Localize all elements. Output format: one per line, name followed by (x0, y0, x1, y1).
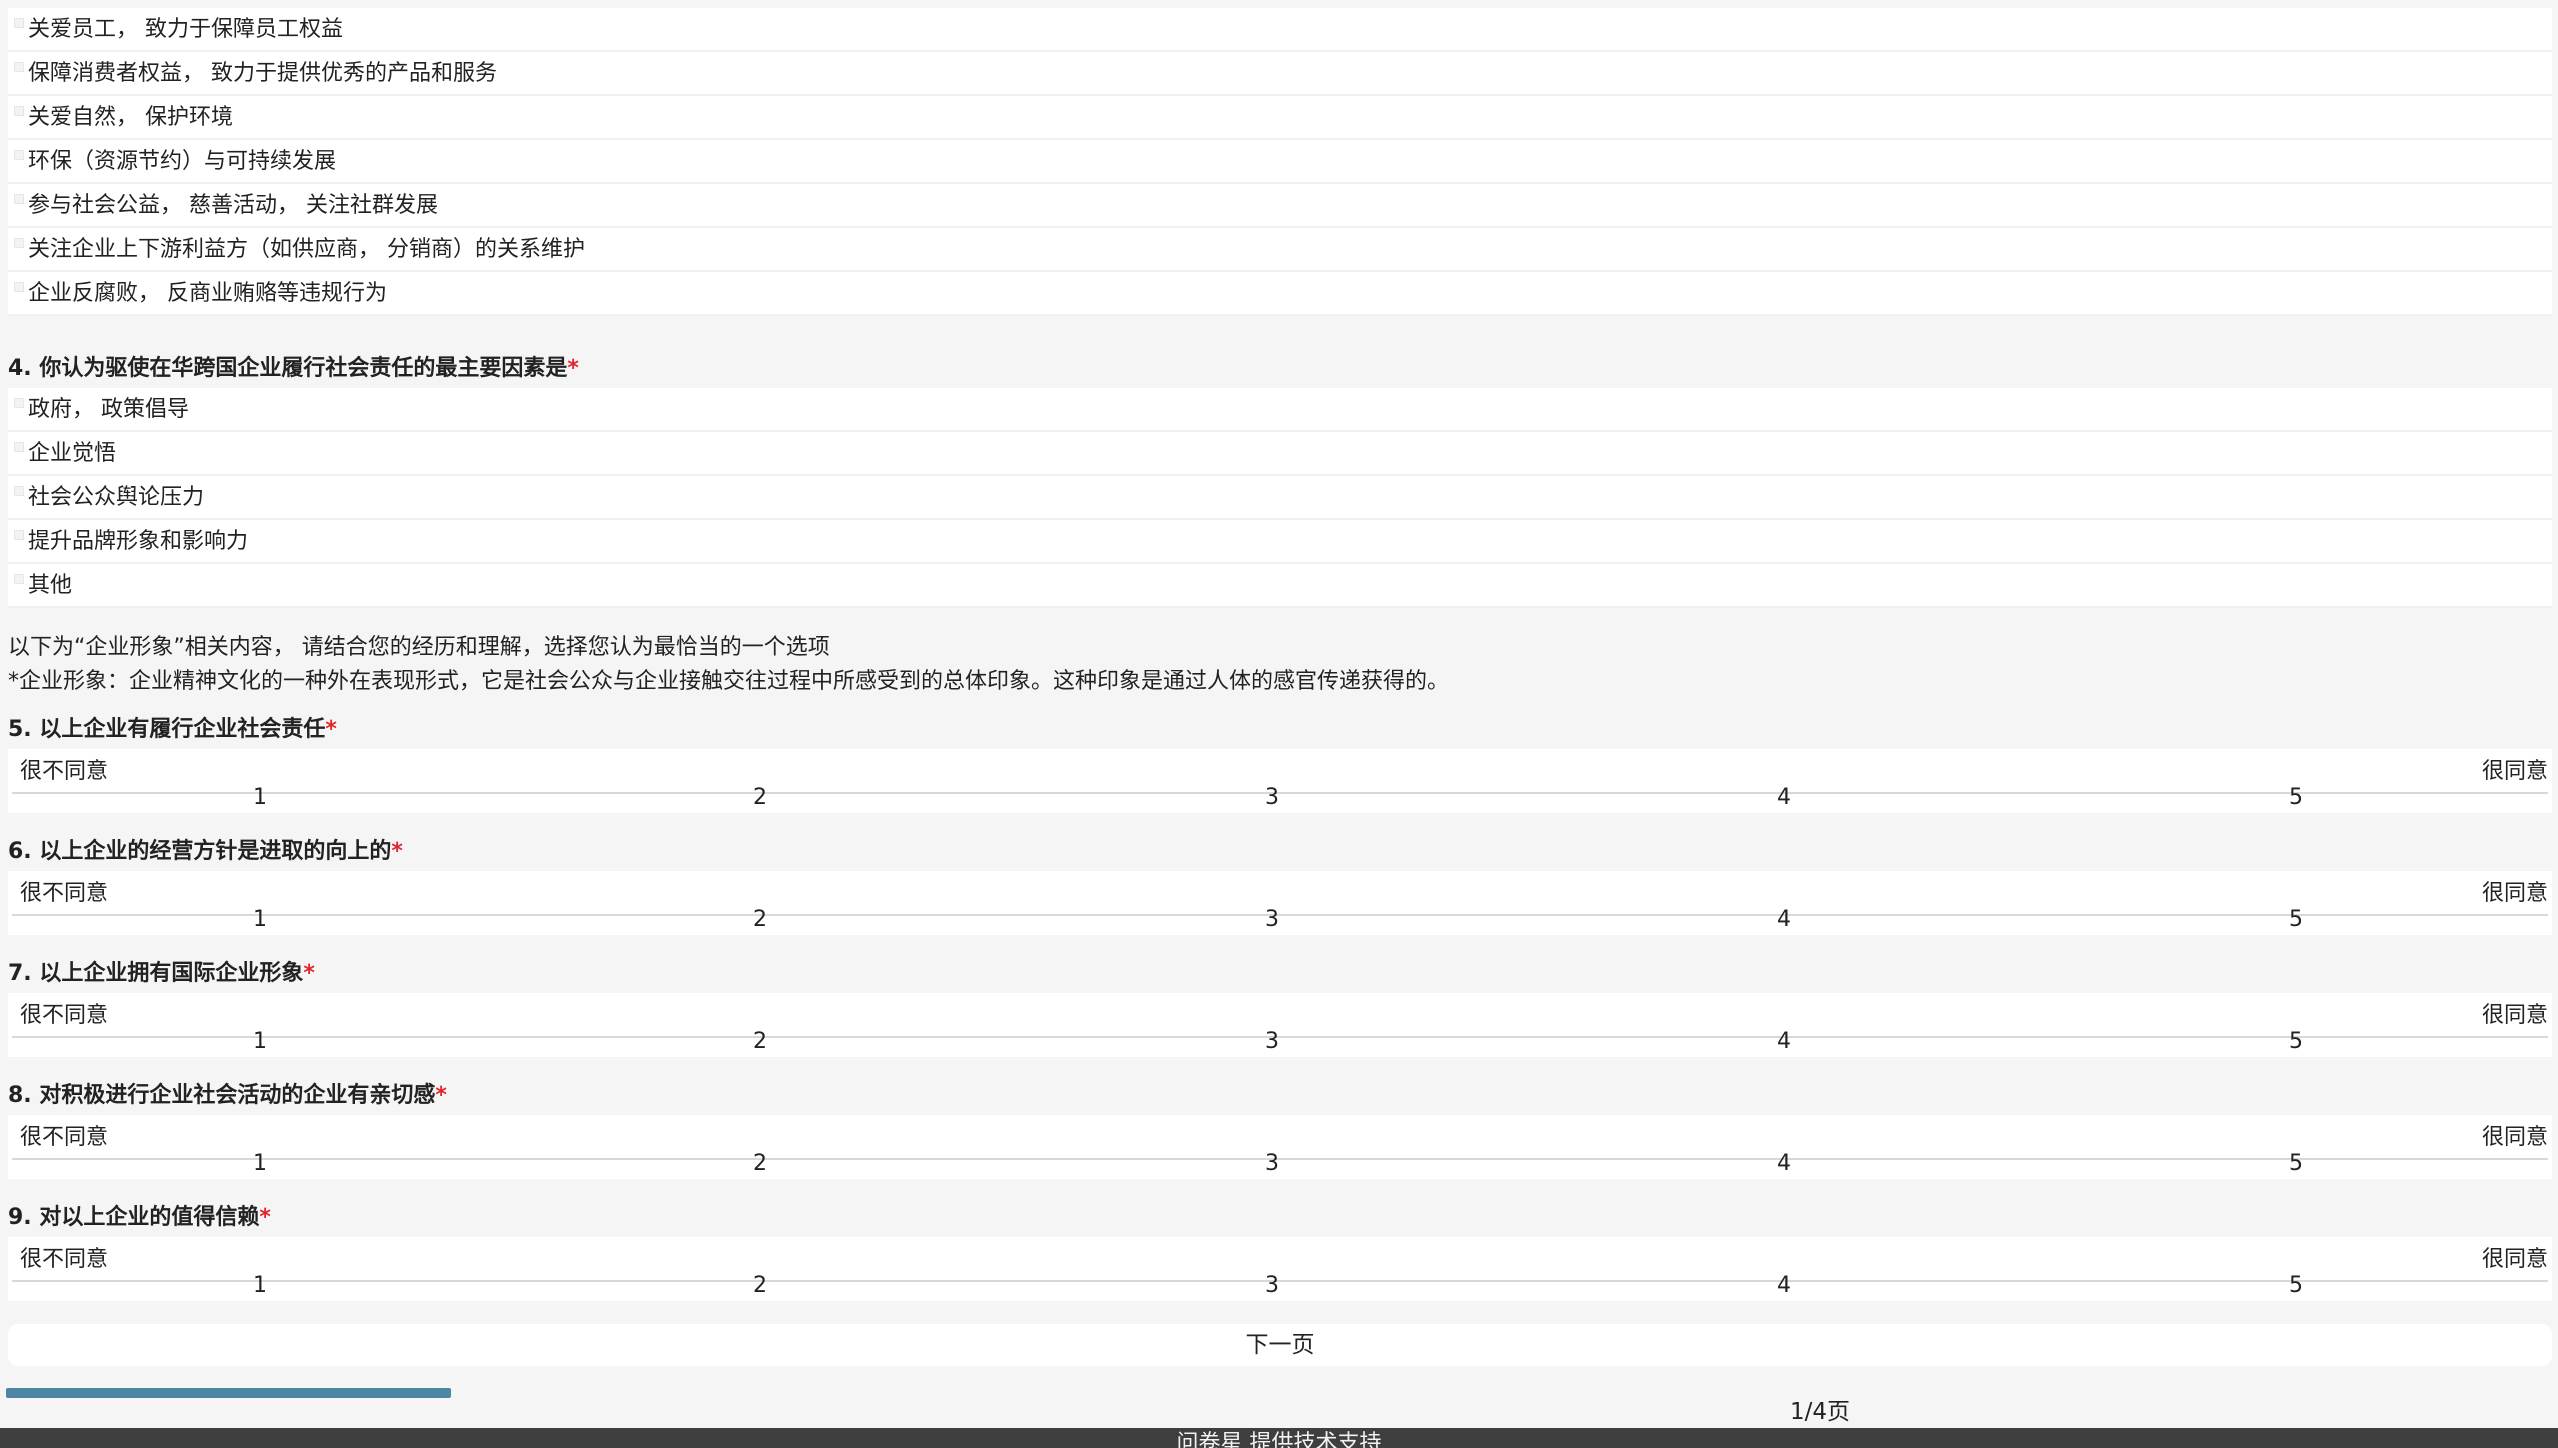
scale-option-3[interactable]: 3 (1252, 1029, 1292, 1054)
q4-option[interactable]: 提升品牌形象和影响力 (8, 520, 2552, 564)
scale-option-1[interactable]: 1 (240, 907, 280, 932)
scale-option-2[interactable]: 2 (740, 1273, 780, 1298)
checkbox-icon[interactable] (14, 106, 24, 116)
q4-option[interactable]: 企业觉悟 (8, 432, 2552, 476)
rating-scale[interactable]: 很不同意 很同意 1 2 3 4 5 (8, 871, 2552, 935)
checkbox-icon[interactable] (14, 150, 24, 160)
scale-option-4[interactable]: 4 (1764, 1029, 1804, 1054)
section-intro-line2: *企业形象：企业精神文化的一种外在表现形式，它是社会公众与企业接触交往过程中所感… (8, 669, 1450, 694)
section-intro-line1: 以下为“企业形象”相关内容， 请结合您的经历和理解，选择您认为最恰当的一个选项 (8, 635, 830, 660)
footer-text[interactable]: 问卷星 提供技术支持 (1177, 1431, 1382, 1448)
scale-option-1[interactable]: 1 (240, 1029, 280, 1054)
scale-option-5[interactable]: 5 (2276, 785, 2316, 810)
scale-low-label: 很不同意 (20, 1247, 109, 1272)
scale-low-label: 很不同意 (20, 881, 109, 906)
scale-high-label: 很同意 (2481, 881, 2548, 906)
q3-option[interactable]: 关爱自然， 保护环境 (8, 96, 2552, 140)
q3-option[interactable]: 关注企业上下游利益方（如供应商， 分销商）的关系维护 (8, 228, 2552, 272)
scale-option-4[interactable]: 4 (1764, 1273, 1804, 1298)
scale-option-2[interactable]: 2 (740, 907, 780, 932)
q3-option[interactable]: 保障消费者权益， 致力于提供优秀的产品和服务 (8, 52, 2552, 96)
page-indicator: 1/4页 (1790, 1399, 1851, 1425)
scale-option-3[interactable]: 3 (1252, 1151, 1292, 1176)
scale-question-title: 5. 以上企业有履行企业社会责任* (8, 717, 337, 742)
scale-low-label: 很不同意 (20, 1125, 109, 1150)
radio-icon[interactable] (14, 442, 24, 452)
scale-high-label: 很同意 (2481, 1247, 2548, 1272)
required-mark: * (567, 356, 579, 381)
checkbox-icon[interactable] (14, 194, 24, 204)
q3-options: 关爱员工， 致力于保障员工权益 保障消费者权益， 致力于提供优秀的产品和服务 关… (8, 8, 2552, 316)
q3-option[interactable]: 企业反腐败， 反商业贿赂等违规行为 (8, 272, 2552, 316)
scale-high-label: 很同意 (2481, 1003, 2548, 1028)
scale-low-label: 很不同意 (20, 759, 109, 784)
scale-high-label: 很同意 (2481, 759, 2548, 784)
q3-option[interactable]: 关爱员工， 致力于保障员工权益 (8, 8, 2552, 52)
scale-option-3[interactable]: 3 (1252, 785, 1292, 810)
required-mark: * (391, 839, 403, 864)
radio-icon[interactable] (14, 574, 24, 584)
q4-options: 政府， 政策倡导 企业觉悟 社会公众舆论压力 提升品牌形象和影响力 其他 (8, 388, 2552, 608)
rating-scale[interactable]: 很不同意 很同意 1 2 3 4 5 (8, 749, 2552, 813)
checkbox-icon[interactable] (14, 282, 24, 292)
required-mark: * (259, 1205, 271, 1230)
scale-option-1[interactable]: 1 (240, 1151, 280, 1176)
q3-option[interactable]: 参与社会公益， 慈善活动， 关注社群发展 (8, 184, 2552, 228)
scale-option-5[interactable]: 5 (2276, 1151, 2316, 1176)
scale-option-5[interactable]: 5 (2276, 907, 2316, 932)
scale-option-3[interactable]: 3 (1252, 907, 1292, 932)
scale-option-4[interactable]: 4 (1764, 785, 1804, 810)
scale-high-label: 很同意 (2481, 1125, 2548, 1150)
required-mark: * (435, 1083, 447, 1108)
scale-option-3[interactable]: 3 (1252, 1273, 1292, 1298)
required-mark: * (303, 961, 315, 986)
scale-question-title: 7. 以上企业拥有国际企业形象* (8, 961, 315, 986)
q4-option[interactable]: 社会公众舆论压力 (8, 476, 2552, 520)
scale-question-title: 8. 对积极进行企业社会活动的企业有亲切感* (8, 1083, 447, 1108)
rating-scale[interactable]: 很不同意 很同意 1 2 3 4 5 (8, 1115, 2552, 1179)
q3-option[interactable]: 环保（资源节约）与可持续发展 (8, 140, 2552, 184)
scale-option-4[interactable]: 4 (1764, 907, 1804, 932)
progress-bar (6, 1388, 451, 1398)
scale-option-4[interactable]: 4 (1764, 1151, 1804, 1176)
scale-question-title: 6. 以上企业的经营方针是进取的向上的* (8, 839, 403, 864)
scale-option-1[interactable]: 1 (240, 1273, 280, 1298)
scale-option-2[interactable]: 2 (740, 785, 780, 810)
required-mark: * (325, 717, 337, 742)
scale-question-title: 9. 对以上企业的值得信赖* (8, 1205, 271, 1230)
checkbox-icon[interactable] (14, 238, 24, 248)
radio-icon[interactable] (14, 486, 24, 496)
checkbox-icon[interactable] (14, 62, 24, 72)
footer-bar: 问卷星 提供技术支持 (0, 1428, 2558, 1448)
scale-low-label: 很不同意 (20, 1003, 109, 1028)
rating-scale[interactable]: 很不同意 很同意 1 2 3 4 5 (8, 993, 2552, 1057)
scale-option-2[interactable]: 2 (740, 1029, 780, 1054)
scale-option-2[interactable]: 2 (740, 1151, 780, 1176)
rating-scale[interactable]: 很不同意 很同意 1 2 3 4 5 (8, 1237, 2552, 1301)
next-page-button[interactable]: 下一页 (8, 1324, 2552, 1366)
scale-option-5[interactable]: 5 (2276, 1273, 2316, 1298)
q4-title: 4. 你认为驱使在华跨国企业履行社会责任的最主要因素是* (8, 356, 579, 381)
q4-option[interactable]: 政府， 政策倡导 (8, 388, 2552, 432)
scale-option-5[interactable]: 5 (2276, 1029, 2316, 1054)
radio-icon[interactable] (14, 530, 24, 540)
checkbox-icon[interactable] (14, 18, 24, 28)
q4-option[interactable]: 其他 (8, 564, 2552, 608)
scale-option-1[interactable]: 1 (240, 785, 280, 810)
radio-icon[interactable] (14, 398, 24, 408)
